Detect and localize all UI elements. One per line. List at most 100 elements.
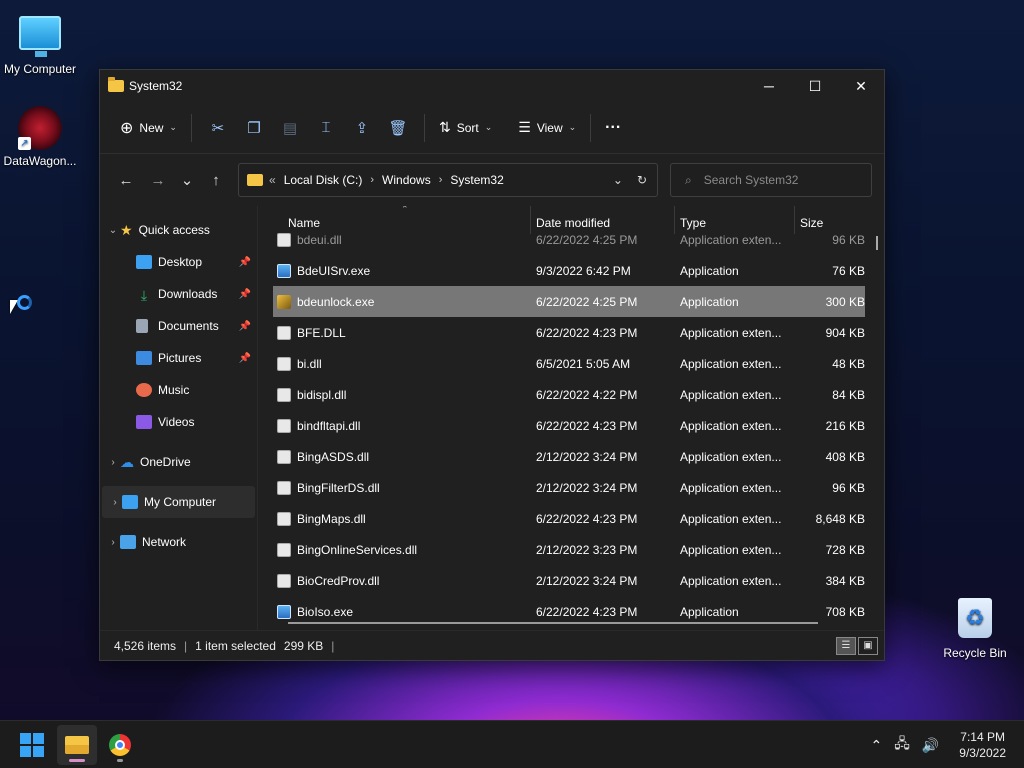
file-size: 48 KB <box>832 356 865 371</box>
table-row[interactable]: bindfltapi.dll 6/22/2022 4:23 PM Applica… <box>273 410 865 441</box>
horizontal-scrollbar[interactable] <box>288 622 818 624</box>
breadcrumb-overflow[interactable]: « <box>269 173 276 187</box>
sidebar-item-network[interactable]: › Network <box>100 526 257 558</box>
sidebar-item-videos[interactable]: Videos <box>100 406 257 438</box>
navigation-bar: ← → ⌄ ↑ « Local Disk (C:) › Windows › Sy… <box>100 154 884 206</box>
paste-icon[interactable]: ▤ <box>272 112 308 144</box>
chevron-up-icon[interactable]: ⌃ <box>870 737 882 754</box>
file-type: Application exten... <box>680 232 782 247</box>
table-row[interactable]: BdeUISrv.exe 9/3/2022 6:42 PM Applicatio… <box>273 255 865 286</box>
new-button-label: New <box>139 120 164 135</box>
window-title: System32 <box>129 79 183 93</box>
desktop-icon-recycle-bin[interactable]: ♻ Recycle Bin <box>935 598 1015 660</box>
sidebar-item-downloads[interactable]: ⤓ Downloads 📌 <box>100 278 257 310</box>
pin-icon: 📌 <box>238 256 251 268</box>
chevron-right-icon[interactable]: › <box>100 537 120 548</box>
share-icon[interactable]: ⇪ <box>344 112 380 144</box>
large-icons-view-icon[interactable]: ▣ <box>858 636 878 655</box>
table-row[interactable]: bdeui.dll 6/22/2022 4:25 PM Application … <box>273 224 865 255</box>
unlock-app-icon <box>277 294 291 309</box>
dll-file-icon <box>277 480 291 495</box>
sidebar-item-label: Documents <box>158 319 219 333</box>
taskbar-file-explorer[interactable] <box>57 725 97 765</box>
table-row-selected[interactable]: bdeunlock.exe 6/22/2022 4:25 PM Applicat… <box>273 286 865 317</box>
title-bar[interactable]: System32 ─ ☐ ✕ <box>100 70 884 102</box>
dll-file-icon <box>277 542 291 557</box>
chevron-right-icon[interactable]: › <box>100 457 120 468</box>
busy-spinner-icon <box>17 295 32 310</box>
sidebar-item-label: Downloads <box>158 287 218 301</box>
plus-circle-icon: ⊕ <box>120 119 134 137</box>
file-size: 216 KB <box>825 418 865 433</box>
sidebar-item-onedrive[interactable]: › ☁ OneDrive <box>100 446 257 478</box>
sort-button[interactable]: ⇅ Sort ⌄ <box>433 112 498 144</box>
volume-icon[interactable]: 🔊 <box>922 737 939 754</box>
toolbar-divider <box>590 113 592 142</box>
system-tray: ⌃ 🖧 🔊 7:14 PM 9/3/2022 <box>870 721 1024 768</box>
recent-locations-button[interactable]: ⌄ <box>174 165 200 195</box>
sidebar-item-documents[interactable]: Documents 📌 <box>100 310 257 342</box>
table-row[interactable]: BioCredProv.dll 2/12/2022 3:24 PM Applic… <box>273 565 865 596</box>
breadcrumb-chevron-icon: › <box>438 174 443 186</box>
file-name: BFE.DLL <box>297 325 346 340</box>
start-button[interactable] <box>12 725 52 765</box>
table-row[interactable]: BFE.DLL 6/22/2022 4:23 PM Application ex… <box>273 317 865 348</box>
breadcrumb-windows[interactable]: Windows <box>382 173 431 187</box>
desktop-icon-my-computer[interactable]: My Computer <box>0 10 80 76</box>
breadcrumb-system32[interactable]: System32 <box>450 173 503 187</box>
table-row[interactable]: BingMaps.dll 6/22/2022 4:23 PM Applicati… <box>273 503 865 534</box>
table-row[interactable]: BingFilterDS.dll 2/12/2022 3:24 PM Appli… <box>273 472 865 503</box>
desktop-icon-datawagon[interactable]: ↗ DataWagon... <box>0 106 80 168</box>
vertical-scrollbar[interactable] <box>876 236 878 250</box>
more-options-button[interactable]: ··· <box>599 112 627 144</box>
address-bar[interactable]: « Local Disk (C:) › Windows › System32 ⌄… <box>238 163 658 197</box>
network-icon <box>120 535 136 549</box>
chevron-down-icon: ⌄ <box>484 122 493 132</box>
table-row[interactable]: bidispl.dll 6/22/2022 4:22 PM Applicatio… <box>273 379 865 410</box>
sidebar-item-music[interactable]: Music <box>100 374 257 406</box>
sidebar-item-my-computer[interactable]: › My Computer <box>102 486 255 518</box>
table-row[interactable]: BingOnlineServices.dll 2/12/2022 3:23 PM… <box>273 534 865 565</box>
refresh-icon[interactable]: ↻ <box>637 173 647 187</box>
details-view-icon[interactable]: ☰ <box>836 636 856 655</box>
file-size: 96 KB <box>832 480 865 495</box>
delete-icon[interactable]: 🗑 <box>380 112 416 144</box>
sidebar-item-pictures[interactable]: Pictures 📌 <box>100 342 257 374</box>
new-button[interactable]: ⊕ New ⌄ <box>114 112 183 144</box>
sidebar-item-desktop[interactable]: Desktop 📌 <box>100 246 257 278</box>
view-button[interactable]: ☰ View ⌄ <box>512 112 582 144</box>
search-box[interactable]: ⌕ Search System32 <box>670 163 872 197</box>
forward-button[interactable]: → <box>142 165 174 195</box>
shortcut-arrow-icon: ↗ <box>18 137 31 150</box>
file-name: bidispl.dll <box>297 387 347 402</box>
address-dropdown-icon[interactable]: ⌄ <box>613 173 623 187</box>
table-row[interactable]: bi.dll 6/5/2021 5:05 AM Application exte… <box>273 348 865 379</box>
dll-file-icon <box>277 232 291 247</box>
search-icon: ⌕ <box>685 172 692 187</box>
chevron-down-icon: ⌄ <box>568 122 577 132</box>
chevron-right-icon[interactable]: › <box>102 497 122 508</box>
cut-icon[interactable]: ✂ <box>200 112 236 144</box>
minimize-button[interactable]: ─ <box>746 70 792 102</box>
copy-icon[interactable]: ❐ <box>236 112 272 144</box>
breadcrumb-local-disk[interactable]: Local Disk (C:) <box>284 173 363 187</box>
clock[interactable]: 7:14 PM 9/3/2022 <box>959 729 1006 761</box>
taskbar-chrome[interactable] <box>100 725 140 765</box>
close-button[interactable]: ✕ <box>838 70 884 102</box>
file-name: bindfltapi.dll <box>297 418 361 433</box>
file-type: Application exten... <box>680 542 782 557</box>
sidebar-item-label: Pictures <box>158 351 202 365</box>
rename-icon[interactable]: ⌶ <box>308 112 344 144</box>
network-icon[interactable]: 🖧 <box>894 733 910 757</box>
file-type: Application exten... <box>680 480 782 495</box>
back-button[interactable]: ← <box>110 165 142 195</box>
more-dots-icon: ··· <box>605 118 622 136</box>
maximize-button[interactable]: ☐ <box>792 70 838 102</box>
up-button[interactable]: ↑ <box>200 165 232 195</box>
file-name: BingMaps.dll <box>297 511 366 526</box>
chevron-down-icon[interactable]: ⌄ <box>100 225 120 236</box>
file-size: 300 KB <box>825 294 865 309</box>
sidebar-item-quick-access[interactable]: ⌄ ★ Quick access <box>100 214 257 246</box>
file-name: BioIso.exe <box>297 604 354 619</box>
table-row[interactable]: BingASDS.dll 2/12/2022 3:24 PM Applicati… <box>273 441 865 472</box>
